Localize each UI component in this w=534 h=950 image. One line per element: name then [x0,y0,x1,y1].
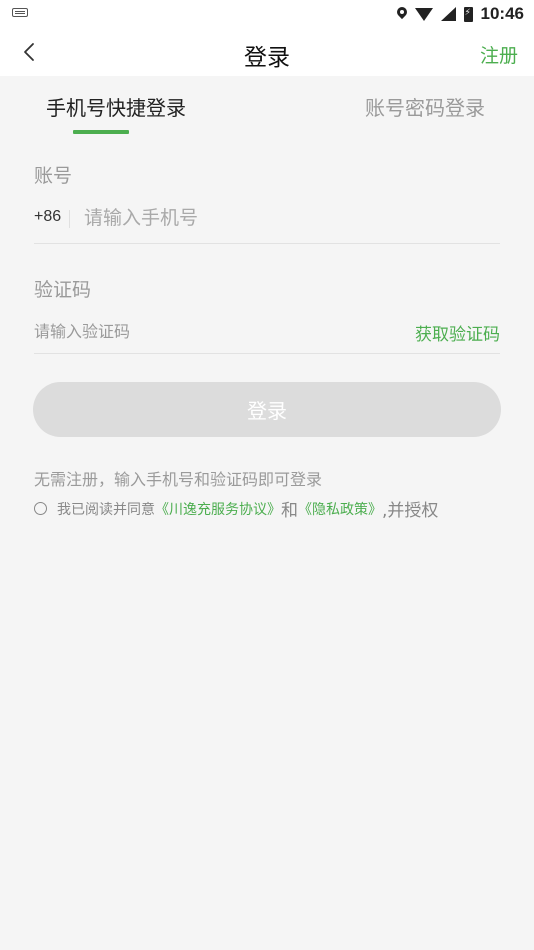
phone-underline [34,243,500,244]
status-bar: 10:46 [0,0,534,28]
agreement-and: 和 [281,501,298,521]
page-title: 登录 [244,45,290,71]
wifi-icon [414,7,433,21]
battery-icon [463,6,473,22]
code-underline [34,353,500,354]
status-time: 10:46 [480,4,524,23]
hint-text: 无需注册，输入手机号和验证码即可登录 [34,470,323,489]
register-button[interactable]: 注册 [480,41,518,68]
tab-password-login[interactable]: 账号密码登录 [365,92,485,121]
status-icons: 10:46 [397,4,524,24]
agree-checkbox[interactable] [34,502,47,515]
signal-icon [440,7,456,21]
agreement-prefix: 我已阅读并同意 [57,501,155,518]
code-label: 验证码 [34,279,92,301]
login-button[interactable]: 登录 [33,382,501,437]
keyboard-icon [12,8,28,17]
login-button-label: 登录 [247,399,287,423]
agreement-row: 我已阅读并同意 《川逸充服务协议》 和 《隐私政策》 ,并授权 [34,496,438,521]
account-label: 账号 [34,165,73,187]
location-icon [397,7,407,21]
country-code-divider [69,210,70,228]
tab-quick-login[interactable]: 手机号快捷登录 [46,92,186,121]
get-code-button[interactable]: 获取验证码 [415,320,500,345]
agreement-suffix: ,并授权 [382,501,439,521]
country-code[interactable]: +86 [34,208,61,226]
code-input[interactable] [34,318,334,344]
privacy-policy-link[interactable]: 《隐私政策》 [298,499,382,519]
phone-input[interactable] [84,202,494,234]
title-bar: 登录 注册 [0,28,534,76]
login-tabs: 手机号快捷登录 账号密码登录 [0,76,534,136]
active-tab-indicator [73,130,129,134]
service-agreement-link[interactable]: 《川逸充服务协议》 [155,499,281,519]
